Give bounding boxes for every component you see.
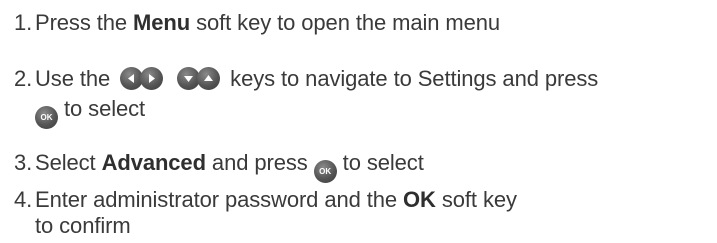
up-arrow-key-icon bbox=[197, 67, 221, 90]
step-4: 4. Enter administrator password and the O… bbox=[0, 187, 517, 213]
step-text: Select bbox=[35, 150, 102, 175]
ok-keyword: OK bbox=[403, 187, 436, 212]
step-number: 4. bbox=[14, 187, 33, 212]
ok-key-icon: OK bbox=[35, 106, 58, 129]
menu-keyword: Menu bbox=[133, 10, 191, 35]
step-text: to select bbox=[336, 150, 424, 175]
left-right-keys bbox=[120, 67, 164, 96]
step-text: soft key to open the main menu bbox=[190, 10, 501, 35]
step-text: to confirm bbox=[35, 213, 131, 238]
step-2: 2. Use the keys to navigate to Settings a… bbox=[0, 66, 598, 92]
step-number: 1. bbox=[14, 10, 33, 35]
step-text: to select bbox=[64, 96, 146, 121]
step-1: 1. Press the Menu soft key to open the ma… bbox=[0, 10, 500, 36]
step-text: Use the bbox=[35, 66, 111, 91]
step-number: 3. bbox=[14, 150, 33, 175]
step-4-continuation: to confirm bbox=[0, 213, 131, 239]
down-up-keys bbox=[177, 67, 221, 96]
advanced-keyword: Advanced bbox=[101, 150, 206, 175]
step-text: and press bbox=[205, 150, 314, 175]
step-3: 3. Select Advanced and press OK to select bbox=[0, 150, 424, 183]
step-text: Enter administrator password and the bbox=[35, 187, 404, 212]
step-text: soft key bbox=[435, 187, 517, 212]
ok-key-icon: OK bbox=[313, 160, 337, 183]
right-arrow-key-icon bbox=[140, 67, 164, 90]
instruction-steps: 1. Press the Menu soft key to open the ma… bbox=[0, 0, 717, 243]
step-text: Press the bbox=[35, 10, 134, 35]
step-number: 2. bbox=[14, 66, 33, 91]
step-2-continuation: OK to select bbox=[0, 96, 146, 129]
step-text: keys to navigate to Settings and press bbox=[230, 66, 599, 91]
